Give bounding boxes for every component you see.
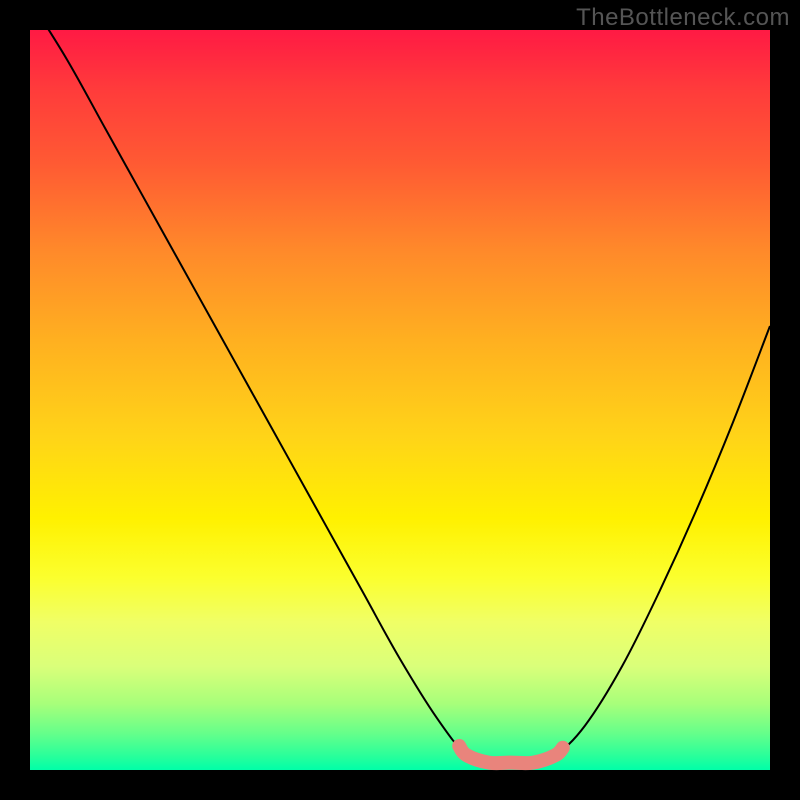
watermark-text: TheBottleneck.com <box>576 4 790 32</box>
bottleneck-highlight <box>459 746 563 763</box>
bottleneck-curve <box>30 0 770 763</box>
plot-area <box>30 30 770 770</box>
chart-svg <box>30 30 770 770</box>
chart-frame: TheBottleneck.com <box>0 0 800 800</box>
